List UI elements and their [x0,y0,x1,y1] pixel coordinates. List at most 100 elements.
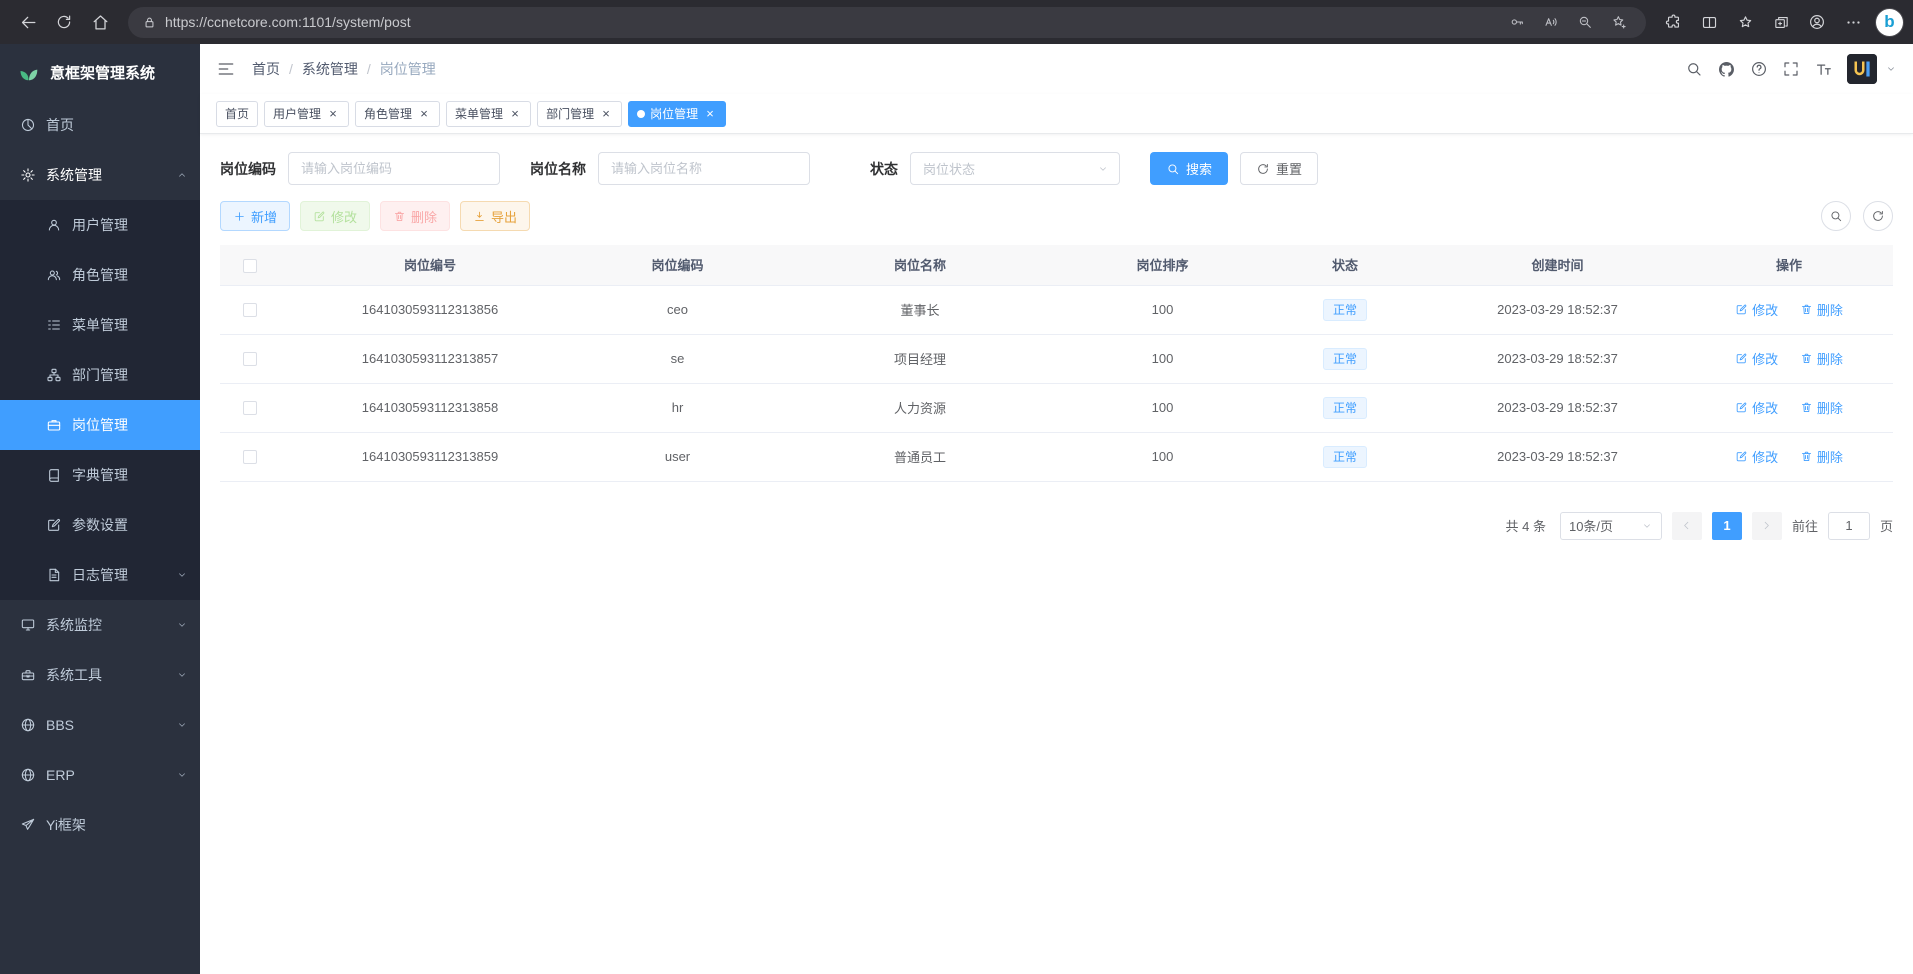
add-button[interactable]: 新增 [220,201,290,231]
help-icon[interactable] [1750,60,1768,78]
row-edit-link[interactable]: 修改 [1735,447,1778,466]
sidebar-item-post-mgmt[interactable]: 岗位管理 [0,400,200,450]
tab-post-mgmt[interactable]: 岗位管理 × [628,101,726,127]
password-key-icon[interactable] [1504,9,1530,35]
row-edit-link[interactable]: 修改 [1735,398,1778,417]
export-button[interactable]: 导出 [460,201,530,231]
select-all-checkbox[interactable] [243,259,257,273]
table-tools [1821,201,1893,231]
breadcrumb-system[interactable]: 系统管理 [302,59,358,79]
tab-menu-mgmt[interactable]: 菜单管理 × [446,101,531,127]
sidebar-item-system-monitor[interactable]: 系统监控 [0,600,200,650]
tab-label: 部门管理 [546,105,594,122]
page-size-select[interactable]: 10条/页 [1560,512,1662,540]
sidebar-item-param-settings[interactable]: 参数设置 [0,500,200,550]
sidebar-item-dict-mgmt[interactable]: 字典管理 [0,450,200,500]
status-badge: 正常 [1323,348,1367,370]
active-tab-dot [637,110,645,118]
cell-post-name: 普通员工 [775,432,1065,481]
reset-button[interactable]: 重置 [1240,152,1318,185]
tab-role-mgmt[interactable]: 角色管理 × [355,101,440,127]
status-select[interactable]: 岗位状态 [910,152,1120,185]
next-page-button[interactable] [1752,512,1782,540]
prev-page-button[interactable] [1672,512,1702,540]
col-post-code: 岗位编码 [580,245,775,285]
chevron-right-icon [1760,519,1773,532]
sidebar-item-system-tools[interactable]: 系统工具 [0,650,200,700]
browser-home-button[interactable] [82,6,118,38]
row-edit-link[interactable]: 修改 [1735,349,1778,368]
chevron-down-icon [1641,520,1653,532]
goto-label: 前往 [1792,516,1818,535]
cell-post-id: 1641030593112313857 [280,334,580,383]
tab-user-mgmt[interactable]: 用户管理 × [264,101,349,127]
trash-icon [1800,401,1813,414]
browser-back-button[interactable] [10,6,46,38]
tab-close-icon[interactable]: × [417,107,431,121]
toggle-search-button[interactable] [1821,201,1851,231]
row-delete-link[interactable]: 删除 [1800,398,1843,417]
chevron-down-icon [176,669,188,681]
post-code-input[interactable] [288,152,500,185]
tab-close-icon[interactable]: × [703,107,717,121]
row-checkbox[interactable] [243,303,257,317]
favorites-hub-icon[interactable] [1728,6,1762,38]
tab-home[interactable]: 首页 [216,101,258,127]
font-size-icon[interactable] [1814,60,1833,79]
address-bar[interactable]: https://ccnetcore.com:1101/system/post [128,7,1646,38]
search-button[interactable]: 搜索 [1150,152,1228,185]
refresh-table-button[interactable] [1863,201,1893,231]
row-edit-link[interactable]: 修改 [1735,300,1778,319]
row-checkbox[interactable] [243,352,257,366]
globe-icon [20,767,36,783]
delete-button[interactable]: 删除 [380,201,450,231]
avatar-caret-icon[interactable] [1885,63,1897,75]
favorite-star-icon[interactable] [1606,9,1632,35]
sidebar-item-user-mgmt[interactable]: 用户管理 [0,200,200,250]
goto-page-input[interactable] [1828,512,1870,540]
sidebar-collapse-icon[interactable] [216,59,236,79]
row-delete-link[interactable]: 删除 [1800,300,1843,319]
table-row: 1641030593112313856 ceo 董事长 100 正常 2023-… [220,285,1893,334]
browser-refresh-button[interactable] [46,6,82,38]
cell-created: 2023-03-29 18:52:37 [1430,383,1685,432]
sidebar-item-log-mgmt[interactable]: 日志管理 [0,550,200,600]
split-screen-icon[interactable] [1692,6,1726,38]
sidebar-item-home[interactable]: 首页 [0,100,200,150]
post-table: 岗位编号 岗位编码 岗位名称 岗位排序 状态 创建时间 操作 16410305 [220,245,1893,482]
read-aloud-icon[interactable] [1538,9,1564,35]
row-checkbox[interactable] [243,450,257,464]
sidebar-item-system-management[interactable]: 系统管理 [0,150,200,200]
tab-close-icon[interactable]: × [326,107,340,121]
sidebar-item-bbs[interactable]: BBS [0,700,200,750]
sidebar-item-menu-mgmt[interactable]: 菜单管理 [0,300,200,350]
more-menu-icon[interactable] [1836,6,1870,38]
header-search-icon[interactable] [1685,60,1703,78]
github-icon[interactable] [1717,60,1736,79]
tab-dept-mgmt[interactable]: 部门管理 × [537,101,622,127]
breadcrumb-home[interactable]: 首页 [252,59,280,79]
system-submenu: 用户管理 角色管理 菜单管理 部门管理 [0,200,200,600]
row-delete-link[interactable]: 删除 [1800,447,1843,466]
sidebar-item-dept-mgmt[interactable]: 部门管理 [0,350,200,400]
tab-close-icon[interactable]: × [508,107,522,121]
bing-icon[interactable]: b [1876,9,1903,36]
sidebar-item-yi-framework[interactable]: Yi框架 [0,800,200,850]
sidebar-item-erp[interactable]: ERP [0,750,200,800]
zoom-icon[interactable] [1572,9,1598,35]
tab-close-icon[interactable]: × [599,107,613,121]
user-avatar[interactable] [1847,54,1877,84]
collections-icon[interactable] [1764,6,1798,38]
row-checkbox[interactable] [243,401,257,415]
cell-post-name: 人力资源 [775,383,1065,432]
edit-button[interactable]: 修改 [300,201,370,231]
sidebar-item-role-mgmt[interactable]: 角色管理 [0,250,200,300]
table-header-row: 岗位编号 岗位编码 岗位名称 岗位排序 状态 创建时间 操作 [220,245,1893,285]
browser-profile-icon[interactable] [1800,6,1834,38]
page-number-button[interactable]: 1 [1712,512,1742,540]
cell-post-name: 项目经理 [775,334,1065,383]
extensions-icon[interactable] [1656,6,1690,38]
post-name-input[interactable] [598,152,810,185]
row-delete-link[interactable]: 删除 [1800,349,1843,368]
fullscreen-icon[interactable] [1782,60,1800,78]
